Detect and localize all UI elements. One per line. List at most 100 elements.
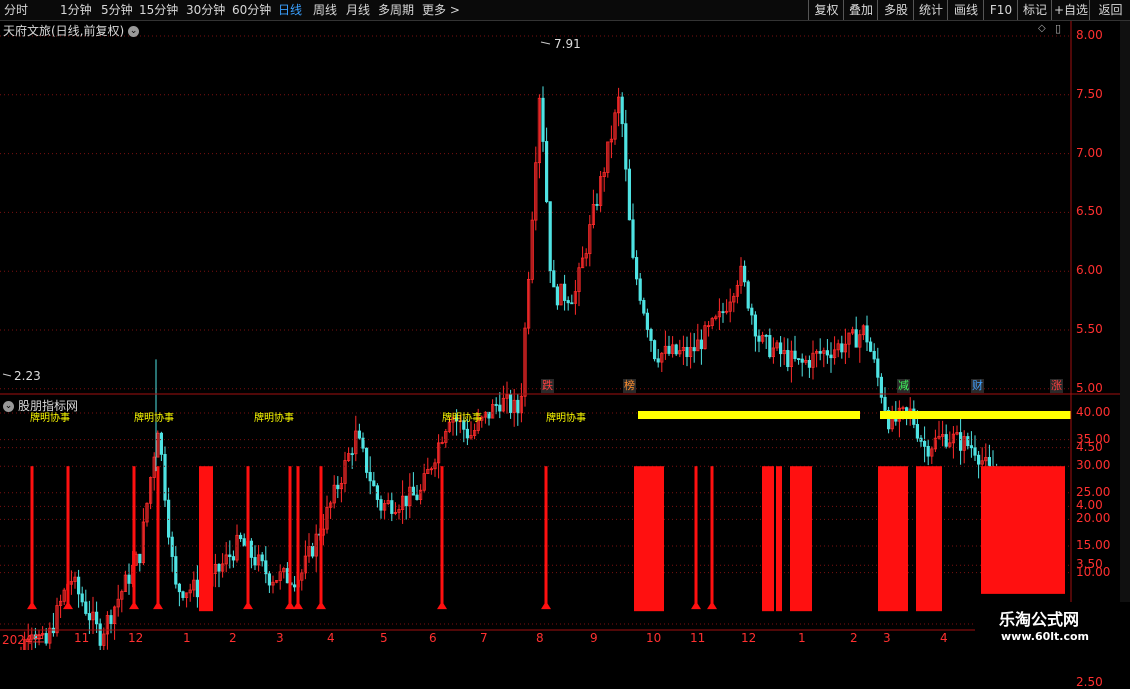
time-axis-label: 11 xyxy=(690,631,706,645)
toolbar-button-0[interactable]: 复权 xyxy=(808,0,844,20)
candle-body xyxy=(465,428,470,439)
toolbar-button-3[interactable]: 统计 xyxy=(913,0,948,20)
toolbar-button-4[interactable]: 画线 xyxy=(947,0,984,20)
candle-body xyxy=(166,499,171,538)
signal-block xyxy=(916,466,942,612)
candle-body xyxy=(566,300,570,304)
candle-body xyxy=(973,447,977,456)
time-axis-label: 6 xyxy=(429,631,437,645)
candle-body xyxy=(87,613,91,621)
candle-body xyxy=(807,359,812,368)
candle-body xyxy=(620,96,624,125)
diamond-icon[interactable]: ◇ xyxy=(1038,23,1046,34)
period-tab-6[interactable]: 日线 xyxy=(278,2,302,18)
time-axis-label: 2 xyxy=(850,631,858,645)
period-tab-0[interactable]: 分时 xyxy=(4,2,28,18)
indicator-tick-label: 15.00 xyxy=(1076,538,1111,552)
indicator-tick-label: 35.00 xyxy=(1076,431,1111,446)
candle-body xyxy=(177,583,181,593)
period-tab-10[interactable]: 更多 > xyxy=(422,2,460,18)
chevron-down-icon[interactable]: ⌄ xyxy=(128,26,140,37)
signal-bar xyxy=(296,466,300,608)
candle-body xyxy=(181,591,185,598)
candle-body xyxy=(253,557,257,566)
price-tick-label: 7.00 xyxy=(1076,145,1103,160)
low-pointer xyxy=(2,373,12,377)
candle-body xyxy=(631,219,635,258)
period-tab-8[interactable]: 月线 xyxy=(346,2,370,18)
toolbar-button-2[interactable]: 多股 xyxy=(877,0,914,20)
candle-body xyxy=(379,499,383,511)
time-axis-label: 1 xyxy=(183,631,191,645)
time-axis-label: 3 xyxy=(276,631,284,645)
signal-arrow xyxy=(153,601,163,610)
time-axis-label: 1 xyxy=(798,631,806,645)
time-axis-label: 12 xyxy=(741,631,757,645)
indicator-text: 牌明协事 xyxy=(546,413,586,424)
indicator-text: 牌明协事 xyxy=(134,413,174,424)
period-tab-3[interactable]: 15分钟 xyxy=(139,2,178,18)
candle-body xyxy=(541,97,545,142)
signal-arrow xyxy=(27,601,37,610)
candle-body xyxy=(825,350,830,356)
candle-body xyxy=(800,358,804,363)
candle-body xyxy=(508,394,513,413)
period-tab-5[interactable]: 60分钟 xyxy=(232,2,271,18)
event-badge: 财 xyxy=(971,379,984,393)
candle-body xyxy=(350,453,354,455)
candle-body xyxy=(926,445,930,457)
candle-body xyxy=(793,350,797,359)
candle-body xyxy=(372,480,376,487)
candle-body xyxy=(876,358,880,378)
candle-body xyxy=(764,334,768,337)
period-tab-2[interactable]: 5分钟 xyxy=(101,2,133,18)
candle-body xyxy=(174,556,178,585)
toolbar-button-6[interactable]: 标记 xyxy=(1017,0,1052,20)
watermark-title: 乐淘公式网 xyxy=(999,610,1080,629)
toolbar-button-8[interactable]: 返回 xyxy=(1089,0,1130,20)
price-high-label: 7.91 xyxy=(554,37,581,51)
candle-body xyxy=(404,495,408,507)
period-tab-7[interactable]: 周线 xyxy=(313,2,337,18)
stock-title: 天府文旅(日线,前复权) xyxy=(3,24,125,38)
signal-block xyxy=(878,466,908,612)
toolbar-button-7[interactable]: +自选 xyxy=(1051,0,1090,20)
expand-icon[interactable]: ▯ xyxy=(1055,22,1061,35)
candle-body xyxy=(966,436,970,447)
event-badge: 榜 xyxy=(623,379,636,393)
candle-body xyxy=(84,601,88,614)
chevron-down-icon[interactable]: ⌄ xyxy=(3,401,14,412)
price-low-label: 2.23 xyxy=(14,369,41,383)
candle-body xyxy=(159,432,163,455)
chart-canvas[interactable] xyxy=(0,0,1130,650)
toolbar-button-5[interactable]: F10 xyxy=(983,0,1018,20)
candle-body xyxy=(80,593,84,603)
signal-arrow xyxy=(129,601,139,610)
indicator-text: 牌明协事 xyxy=(442,413,482,424)
toolbar-button-1[interactable]: 叠加 xyxy=(843,0,878,20)
candle-body xyxy=(915,424,920,439)
price-tick-label: 2.50 xyxy=(1076,674,1103,689)
candle-body xyxy=(883,396,887,411)
candle-body xyxy=(840,343,844,353)
candle-body xyxy=(959,432,963,451)
indicator-tick-label: 10.00 xyxy=(1076,564,1111,579)
candle-body xyxy=(746,281,750,309)
time-axis-label: 7 xyxy=(480,631,488,645)
period-tab-4[interactable]: 30分钟 xyxy=(186,2,225,18)
chart-title[interactable]: 天府文旅(日线,前复权) ⌄ xyxy=(3,22,140,39)
signal-bar xyxy=(132,466,136,608)
time-axis-label: 10 xyxy=(646,631,662,645)
candle-body xyxy=(685,347,689,357)
candle-body xyxy=(310,545,315,557)
signal-arrow xyxy=(293,601,303,610)
signal-bar xyxy=(319,466,323,608)
signal-bar xyxy=(66,466,70,608)
candle-body xyxy=(653,340,657,360)
signal-arrow xyxy=(243,601,253,610)
candle-body xyxy=(987,457,992,467)
period-tab-1[interactable]: 1分钟 xyxy=(60,2,92,18)
candle-body xyxy=(869,341,873,352)
period-tab-9[interactable]: 多周期 xyxy=(378,2,414,18)
candle-body xyxy=(552,270,556,288)
